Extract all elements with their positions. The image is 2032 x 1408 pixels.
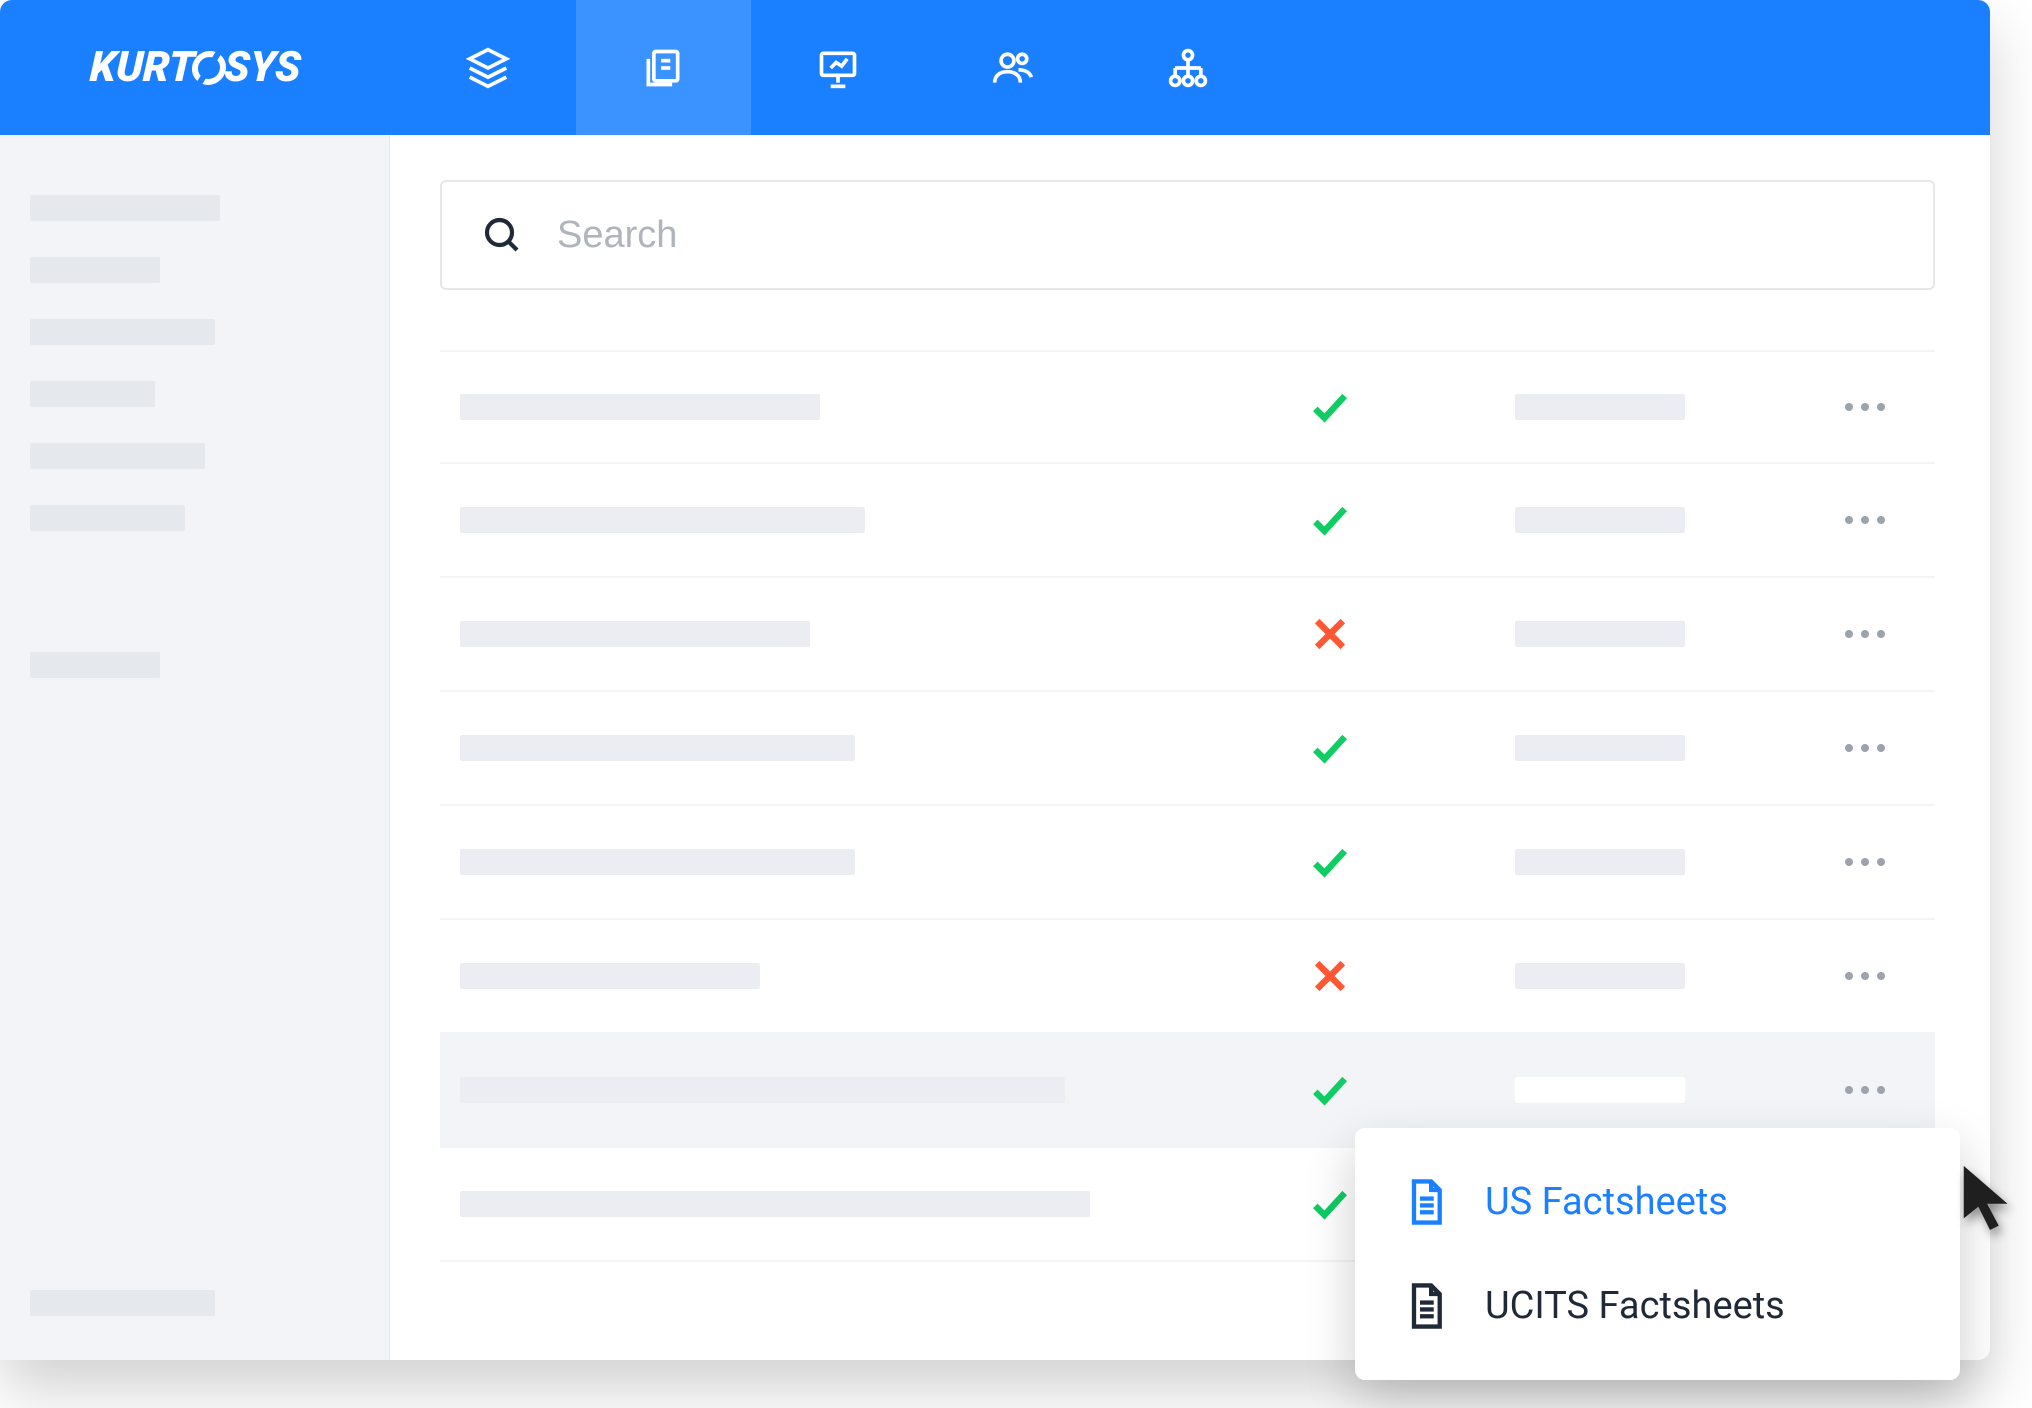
row-actions	[1740, 516, 1915, 524]
presentation-icon	[816, 46, 860, 90]
check-icon	[1308, 840, 1352, 884]
row-actions	[1740, 744, 1915, 752]
row-status	[1200, 954, 1460, 998]
row-name	[460, 963, 1200, 989]
cross-icon	[1308, 612, 1352, 656]
nav-presentation[interactable]	[751, 0, 926, 135]
nav-items	[401, 0, 1276, 135]
row-status	[1200, 385, 1460, 429]
row-name	[460, 507, 1200, 533]
check-icon	[1308, 498, 1352, 542]
row-actions	[1740, 972, 1915, 980]
nav-users[interactable]	[926, 0, 1101, 135]
check-icon	[1308, 385, 1352, 429]
popup-item-ucits-factsheets[interactable]: UCITS Factsheets	[1355, 1254, 1960, 1358]
popup-item-label: US Factsheets	[1485, 1180, 1728, 1224]
row-date	[1460, 849, 1740, 875]
layers-icon	[466, 46, 510, 90]
header: KURTSYS	[0, 0, 1990, 135]
row-name	[460, 394, 1200, 420]
app-window: KURTSYS	[0, 0, 1990, 1360]
row-name	[460, 735, 1200, 761]
row-actions	[1740, 403, 1915, 411]
row-date	[1460, 621, 1740, 647]
more-button[interactable]	[1845, 972, 1885, 980]
sidebar-item[interactable]	[30, 319, 215, 345]
more-button[interactable]	[1845, 403, 1885, 411]
table-row[interactable]	[440, 350, 1935, 464]
table-row[interactable]	[440, 920, 1935, 1034]
context-menu: US Factsheets UCITS Factsheets	[1355, 1128, 1960, 1380]
row-actions	[1740, 1086, 1915, 1094]
nav-documents[interactable]	[576, 0, 751, 135]
sidebar	[0, 135, 390, 1360]
check-icon	[1308, 1182, 1352, 1226]
row-name	[460, 849, 1200, 875]
table	[440, 350, 1935, 1262]
document-icon	[1405, 1282, 1447, 1330]
table-row[interactable]	[440, 692, 1935, 806]
nav-layers[interactable]	[401, 0, 576, 135]
row-date	[1460, 507, 1740, 533]
row-status	[1200, 726, 1460, 770]
row-actions	[1740, 630, 1915, 638]
more-button[interactable]	[1845, 516, 1885, 524]
more-button[interactable]	[1845, 858, 1885, 866]
users-icon	[991, 46, 1035, 90]
search-bar[interactable]	[440, 180, 1935, 290]
sidebar-item[interactable]	[30, 505, 185, 531]
table-row[interactable]	[440, 806, 1935, 920]
row-status	[1200, 1068, 1460, 1112]
documents-icon	[641, 46, 685, 90]
cursor-icon	[1955, 1160, 2025, 1234]
row-date	[1460, 1077, 1740, 1103]
hierarchy-icon	[1166, 46, 1210, 90]
nav-hierarchy[interactable]	[1101, 0, 1276, 135]
row-name	[460, 1191, 1200, 1217]
sidebar-item[interactable]	[30, 195, 220, 221]
row-name	[460, 621, 1200, 647]
row-status	[1200, 612, 1460, 656]
sidebar-item[interactable]	[30, 257, 160, 283]
row-actions	[1740, 858, 1915, 866]
sidebar-item[interactable]	[30, 443, 205, 469]
cross-icon	[1308, 954, 1352, 998]
row-status	[1200, 498, 1460, 542]
row-date	[1460, 735, 1740, 761]
more-button[interactable]	[1845, 1086, 1885, 1094]
sidebar-item[interactable]	[30, 652, 160, 678]
document-icon	[1405, 1178, 1447, 1226]
search-input[interactable]	[557, 214, 1893, 257]
table-row[interactable]	[440, 578, 1935, 692]
check-icon	[1308, 1068, 1352, 1112]
popup-item-us-factsheets[interactable]: US Factsheets	[1355, 1150, 1960, 1254]
search-icon	[482, 215, 522, 255]
row-name	[460, 1077, 1200, 1103]
more-button[interactable]	[1845, 630, 1885, 638]
row-status	[1200, 840, 1460, 884]
row-date	[1460, 394, 1740, 420]
table-row[interactable]	[440, 464, 1935, 578]
logo: KURTSYS	[89, 43, 302, 92]
popup-item-label: UCITS Factsheets	[1485, 1284, 1785, 1328]
more-button[interactable]	[1845, 744, 1885, 752]
row-date	[1460, 963, 1740, 989]
sidebar-item[interactable]	[30, 381, 155, 407]
sidebar-bottom-item[interactable]	[30, 1290, 215, 1316]
check-icon	[1308, 726, 1352, 770]
